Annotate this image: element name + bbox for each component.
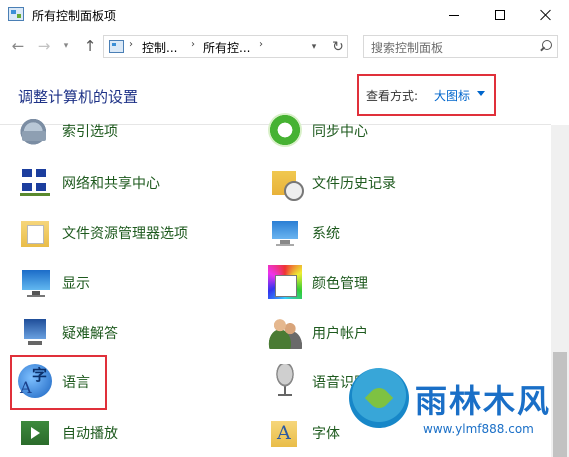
item-display[interactable]: 显示: [18, 265, 248, 305]
close-button[interactable]: [523, 0, 569, 30]
item-label: 文件资源管理器选项: [62, 226, 188, 242]
control-panel-icon: [109, 40, 124, 53]
watermark-name: 雨林木风: [415, 382, 552, 420]
language-highlight-box: [10, 355, 107, 410]
breadcrumb-item-all-items[interactable]: 所有控...: [203, 39, 250, 56]
troubleshooting-icon: [18, 315, 52, 349]
item-label: 同步中心: [312, 124, 368, 140]
breadcrumb-chevron-icon[interactable]: ›: [129, 39, 133, 50]
file-history-icon: [268, 165, 304, 201]
item-label: 系统: [312, 226, 340, 242]
search-input[interactable]: 搜索控制面板: [363, 35, 558, 58]
watermark: 雨林木风 www.ylmf888.com: [343, 362, 565, 452]
forward-arrow-icon[interactable]: →: [34, 36, 54, 56]
color-management-icon: [268, 265, 302, 299]
breadcrumb-chevron-icon[interactable]: ›: [259, 39, 263, 50]
up-arrow-icon[interactable]: ↑: [80, 36, 100, 56]
close-icon: [540, 9, 552, 21]
system-icon: [268, 215, 302, 249]
item-color-management[interactable]: 颜色管理: [268, 265, 498, 305]
item-file-history[interactable]: 文件历史记录: [268, 165, 498, 205]
view-by-chevron-down-icon[interactable]: [477, 91, 485, 96]
item-sync-center[interactable]: 同步中心: [268, 113, 498, 153]
window-title: 所有控制面板项: [32, 9, 117, 23]
item-autoplay[interactable]: 自动播放: [18, 415, 248, 455]
item-label: 显示: [62, 276, 90, 292]
item-troubleshooting[interactable]: 疑难解答: [18, 315, 248, 355]
maximize-icon: [495, 10, 505, 20]
search-placeholder: 搜索控制面板: [371, 41, 444, 55]
view-by-dropdown[interactable]: 大图标: [434, 87, 470, 104]
breadcrumb-chevron-icon[interactable]: ›: [191, 39, 195, 50]
item-label: 自动播放: [62, 426, 118, 442]
refresh-icon[interactable]: ↻: [328, 36, 348, 59]
maximize-button[interactable]: [477, 0, 523, 30]
breadcrumb-item-control-panel[interactable]: 控制...: [142, 39, 177, 56]
file-explorer-options-icon: [18, 215, 52, 249]
network-sharing-center-icon: [18, 165, 52, 199]
item-network-sharing-center[interactable]: 网络和共享中心: [18, 165, 248, 205]
user-accounts-icon: [268, 315, 302, 349]
address-dropdown-chevron-icon[interactable]: ▾: [305, 36, 323, 59]
search-icon[interactable]: [539, 40, 552, 52]
item-label: 文件历史记录: [312, 176, 396, 192]
recent-locations-chevron-icon[interactable]: ▾: [60, 36, 72, 56]
item-indexing-options[interactable]: 索引选项: [18, 113, 248, 153]
indexing-options-icon: [18, 113, 52, 147]
item-label: 网络和共享中心: [62, 176, 160, 192]
title-bar: 所有控制面板项: [0, 0, 569, 30]
item-label: 疑难解答: [62, 326, 118, 342]
navigation-bar: ← → ▾ ↑ › 控制... › 所有控... › 搜索控制面板: [0, 30, 569, 64]
item-system[interactable]: 系统: [268, 215, 498, 255]
item-label: 颜色管理: [312, 276, 368, 292]
display-icon: [18, 265, 52, 299]
page-title: 调整计算机的设置: [18, 88, 139, 106]
sync-center-icon: [268, 113, 302, 147]
item-label: 字体: [312, 426, 340, 442]
control-panel-icon: [8, 7, 24, 21]
autoplay-icon: [18, 415, 52, 449]
item-user-accounts[interactable]: 用户帐户: [268, 315, 498, 355]
item-file-explorer-options[interactable]: 文件资源管理器选项: [18, 215, 248, 255]
minimize-icon: [449, 14, 459, 16]
back-arrow-icon[interactable]: ←: [8, 36, 28, 56]
watermark-url: www.ylmf888.com: [423, 422, 534, 436]
fonts-icon: [268, 415, 302, 449]
item-label: 用户帐户: [312, 326, 368, 342]
view-by-label: 查看方式:: [366, 89, 419, 103]
minimize-button[interactable]: [431, 0, 477, 30]
watermark-logo-icon: [349, 368, 409, 428]
item-label: 索引选项: [62, 124, 118, 140]
speech-recognition-icon: [268, 364, 302, 398]
